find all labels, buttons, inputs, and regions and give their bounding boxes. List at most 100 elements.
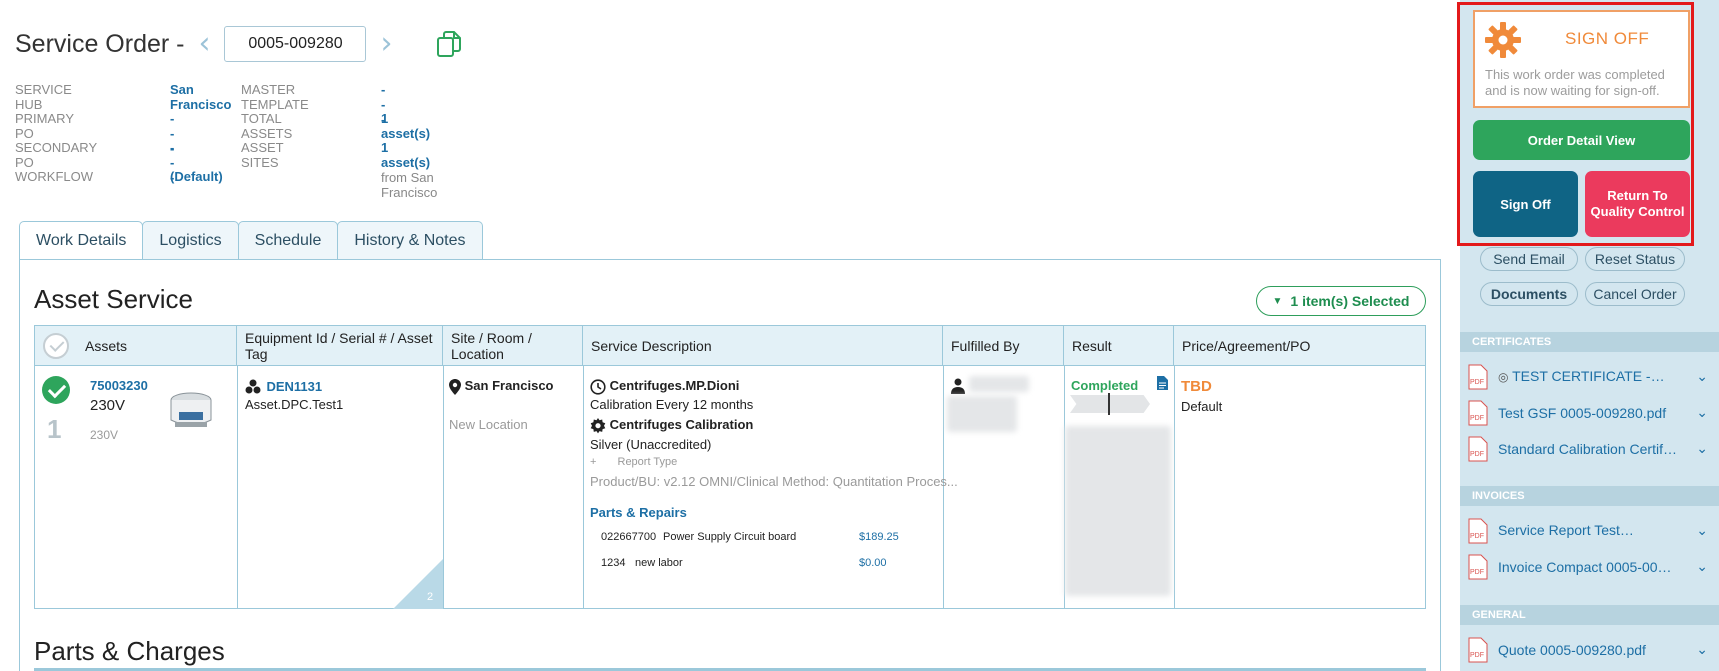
document-name[interactable]: Test GSF 0005-009280.pdf: [1498, 405, 1678, 421]
calibration-cell: Centrifuges Calibration: [590, 417, 753, 434]
column-fulfilled-by[interactable]: Fulfilled By: [943, 326, 1064, 366]
documents-button[interactable]: Documents: [1480, 282, 1578, 306]
chevron-down-icon[interactable]: ⌄: [1696, 369, 1708, 385]
copy-icon[interactable]: [434, 29, 464, 59]
report-type-label[interactable]: Report Type: [618, 456, 678, 468]
site-cell: San Francisco: [449, 378, 554, 395]
document-row[interactable]: PDF Service Report Test ⌄: [1468, 516, 1708, 546]
select-all-checkbox[interactable]: [43, 333, 69, 359]
caret-down-icon: ▼: [1272, 295, 1283, 307]
asset-id-link[interactable]: 75003230: [90, 378, 148, 393]
asset-service-title: Asset Service: [34, 284, 193, 314]
chevron-down-icon[interactable]: ⌄: [1696, 642, 1708, 658]
service-name-cell: Centrifuges.MP.Dioni: [590, 378, 739, 395]
column-result[interactable]: Result: [1064, 326, 1174, 366]
assets-icon: [245, 379, 261, 394]
cancel-order-button[interactable]: Cancel Order: [1585, 282, 1685, 306]
document-row[interactable]: PDF Standard Calibration Certificate ⌄: [1468, 434, 1708, 464]
send-email-button[interactable]: Send Email: [1480, 247, 1578, 271]
tab-logistics[interactable]: Logistics: [142, 221, 239, 259]
pdf-tag: PDF: [1470, 652, 1484, 659]
document-row[interactable]: PDF Invoice Compact 0005-009280 ⌄: [1468, 552, 1708, 582]
service-name: Centrifuges.MP.Dioni: [609, 378, 740, 393]
document-name[interactable]: TEST CERTIFICATE -: [1512, 368, 1664, 384]
document-row[interactable]: PDF Test GSF 0005-009280.pdf ⌄: [1468, 398, 1708, 428]
add-report-icon[interactable]: +: [590, 456, 596, 468]
total-assets-label: TOTAL ASSETS: [241, 111, 293, 141]
order-number-input[interactable]: [224, 26, 367, 62]
pdf-icon: PDF: [1468, 637, 1488, 663]
asset-voltage: 230V: [90, 397, 126, 414]
chevron-down-icon[interactable]: ⌄: [1696, 523, 1708, 539]
document-name[interactable]: Invoice Compact 0005-009280: [1498, 559, 1678, 575]
reset-status-button[interactable]: Reset Status: [1585, 247, 1685, 271]
pdf-icon: PDF: [1468, 518, 1488, 544]
pdf-tag: PDF: [1470, 533, 1484, 540]
pdf-icon: PDF: [1468, 364, 1488, 390]
service-hub-value[interactable]: San Francisco: [170, 82, 231, 112]
service-hub-label: SERVICE HUB: [15, 82, 72, 112]
primary-po-label: PRIMARY PO: [15, 111, 74, 141]
pdf-tag: PDF: [1470, 379, 1484, 386]
general-section-header: GENERAL: [1460, 605, 1719, 625]
document-name[interactable]: Service Report Test: [1498, 522, 1634, 538]
prev-order-arrow-icon[interactable]: ‹: [198, 29, 210, 59]
site-name[interactable]: San Francisco: [465, 378, 554, 393]
items-selected-button[interactable]: ▼ 1 item(s) Selected: [1256, 286, 1426, 316]
column-assets[interactable]: Assets: [35, 326, 237, 366]
column-site[interactable]: Site / Room / Location: [443, 326, 583, 366]
agreement-value: Default: [1181, 399, 1223, 414]
equipment-cell: DEN1131: [245, 378, 322, 396]
location-name[interactable]: New Location: [449, 417, 528, 432]
calibration-level: Silver (Unaccredited): [590, 437, 712, 452]
next-order-arrow-icon[interactable]: ›: [380, 29, 392, 59]
asset-sites-count[interactable]: 1 asset(s): [381, 140, 430, 170]
row-corner-indicator: [393, 559, 443, 609]
pdf-tag: PDF: [1470, 451, 1484, 458]
workflow-label: WORKFLOW: [15, 169, 93, 184]
part-price: $189.25: [859, 531, 899, 543]
chevron-down-icon[interactable]: ⌄: [1696, 559, 1708, 575]
column-divider: [237, 366, 238, 609]
column-price[interactable]: Price/Agreement/PO: [1174, 326, 1427, 366]
column-service-description[interactable]: Service Description: [583, 326, 943, 366]
document-row[interactable]: PDF ◎ TEST CERTIFICATE - ⌄: [1468, 362, 1708, 392]
equipment-id-link[interactable]: DEN1131: [266, 379, 322, 394]
column-divider: [1174, 366, 1175, 609]
chevron-down-icon[interactable]: ⌄: [1696, 441, 1708, 457]
pdf-icon: PDF: [1468, 554, 1488, 580]
document-label[interactable]: Service Report Test: [1498, 522, 1678, 541]
parts-charges-title: Parts & Charges: [34, 636, 225, 666]
workflow-value[interactable]: (Default): [170, 169, 223, 184]
certificates-section-header: CERTIFICATES: [1460, 332, 1719, 352]
pdf-icon: PDF: [1468, 436, 1488, 462]
asset-sites-label: ASSET SITES: [241, 140, 284, 170]
row-index: 1: [47, 414, 62, 444]
fulfilled-by-avatar-redacted: [947, 396, 1017, 432]
asset-thumbnail[interactable]: [165, 386, 217, 434]
double-chevron-down-icon[interactable]: ⌄: [1696, 405, 1708, 421]
tab-work-details[interactable]: Work Details: [19, 221, 144, 260]
pdf-tag: PDF: [1470, 569, 1484, 576]
document-row[interactable]: PDF Quote 0005-009280.pdf ⌄: [1468, 635, 1708, 665]
column-assets-label: Assets: [85, 338, 128, 354]
total-assets-value[interactable]: 1 asset(s): [381, 111, 430, 141]
tab-schedule[interactable]: Schedule: [237, 221, 339, 259]
column-equipment[interactable]: Equipment Id / Serial # / Asset Tag: [237, 326, 443, 366]
document-name[interactable]: Quote 0005-009280.pdf: [1498, 642, 1678, 658]
parts-repairs-title[interactable]: Parts & Repairs: [590, 505, 687, 520]
document-name[interactable]: Standard Calibration Certificate: [1498, 441, 1678, 457]
calibration-name: Centrifuges Calibration: [609, 417, 754, 432]
price-value: TBD: [1181, 378, 1212, 395]
tab-history-notes[interactable]: History & Notes: [337, 221, 483, 259]
row-selected-check-icon[interactable]: [42, 376, 70, 404]
result-document-icon[interactable]: [1157, 376, 1168, 395]
result-marker: [1108, 393, 1110, 415]
gear-icon: [590, 417, 606, 433]
result-progress: [1070, 395, 1150, 413]
asset-sites-extra: from San Francisco: [381, 170, 438, 200]
document-label[interactable]: ◎ TEST CERTIFICATE -: [1498, 368, 1678, 387]
report-type-row[interactable]: + Report Type: [590, 456, 677, 468]
title-row: Service Order - ‹ ›: [15, 24, 464, 64]
asset-sites-value[interactable]: 1 asset(s) from San Francisco: [381, 140, 437, 200]
